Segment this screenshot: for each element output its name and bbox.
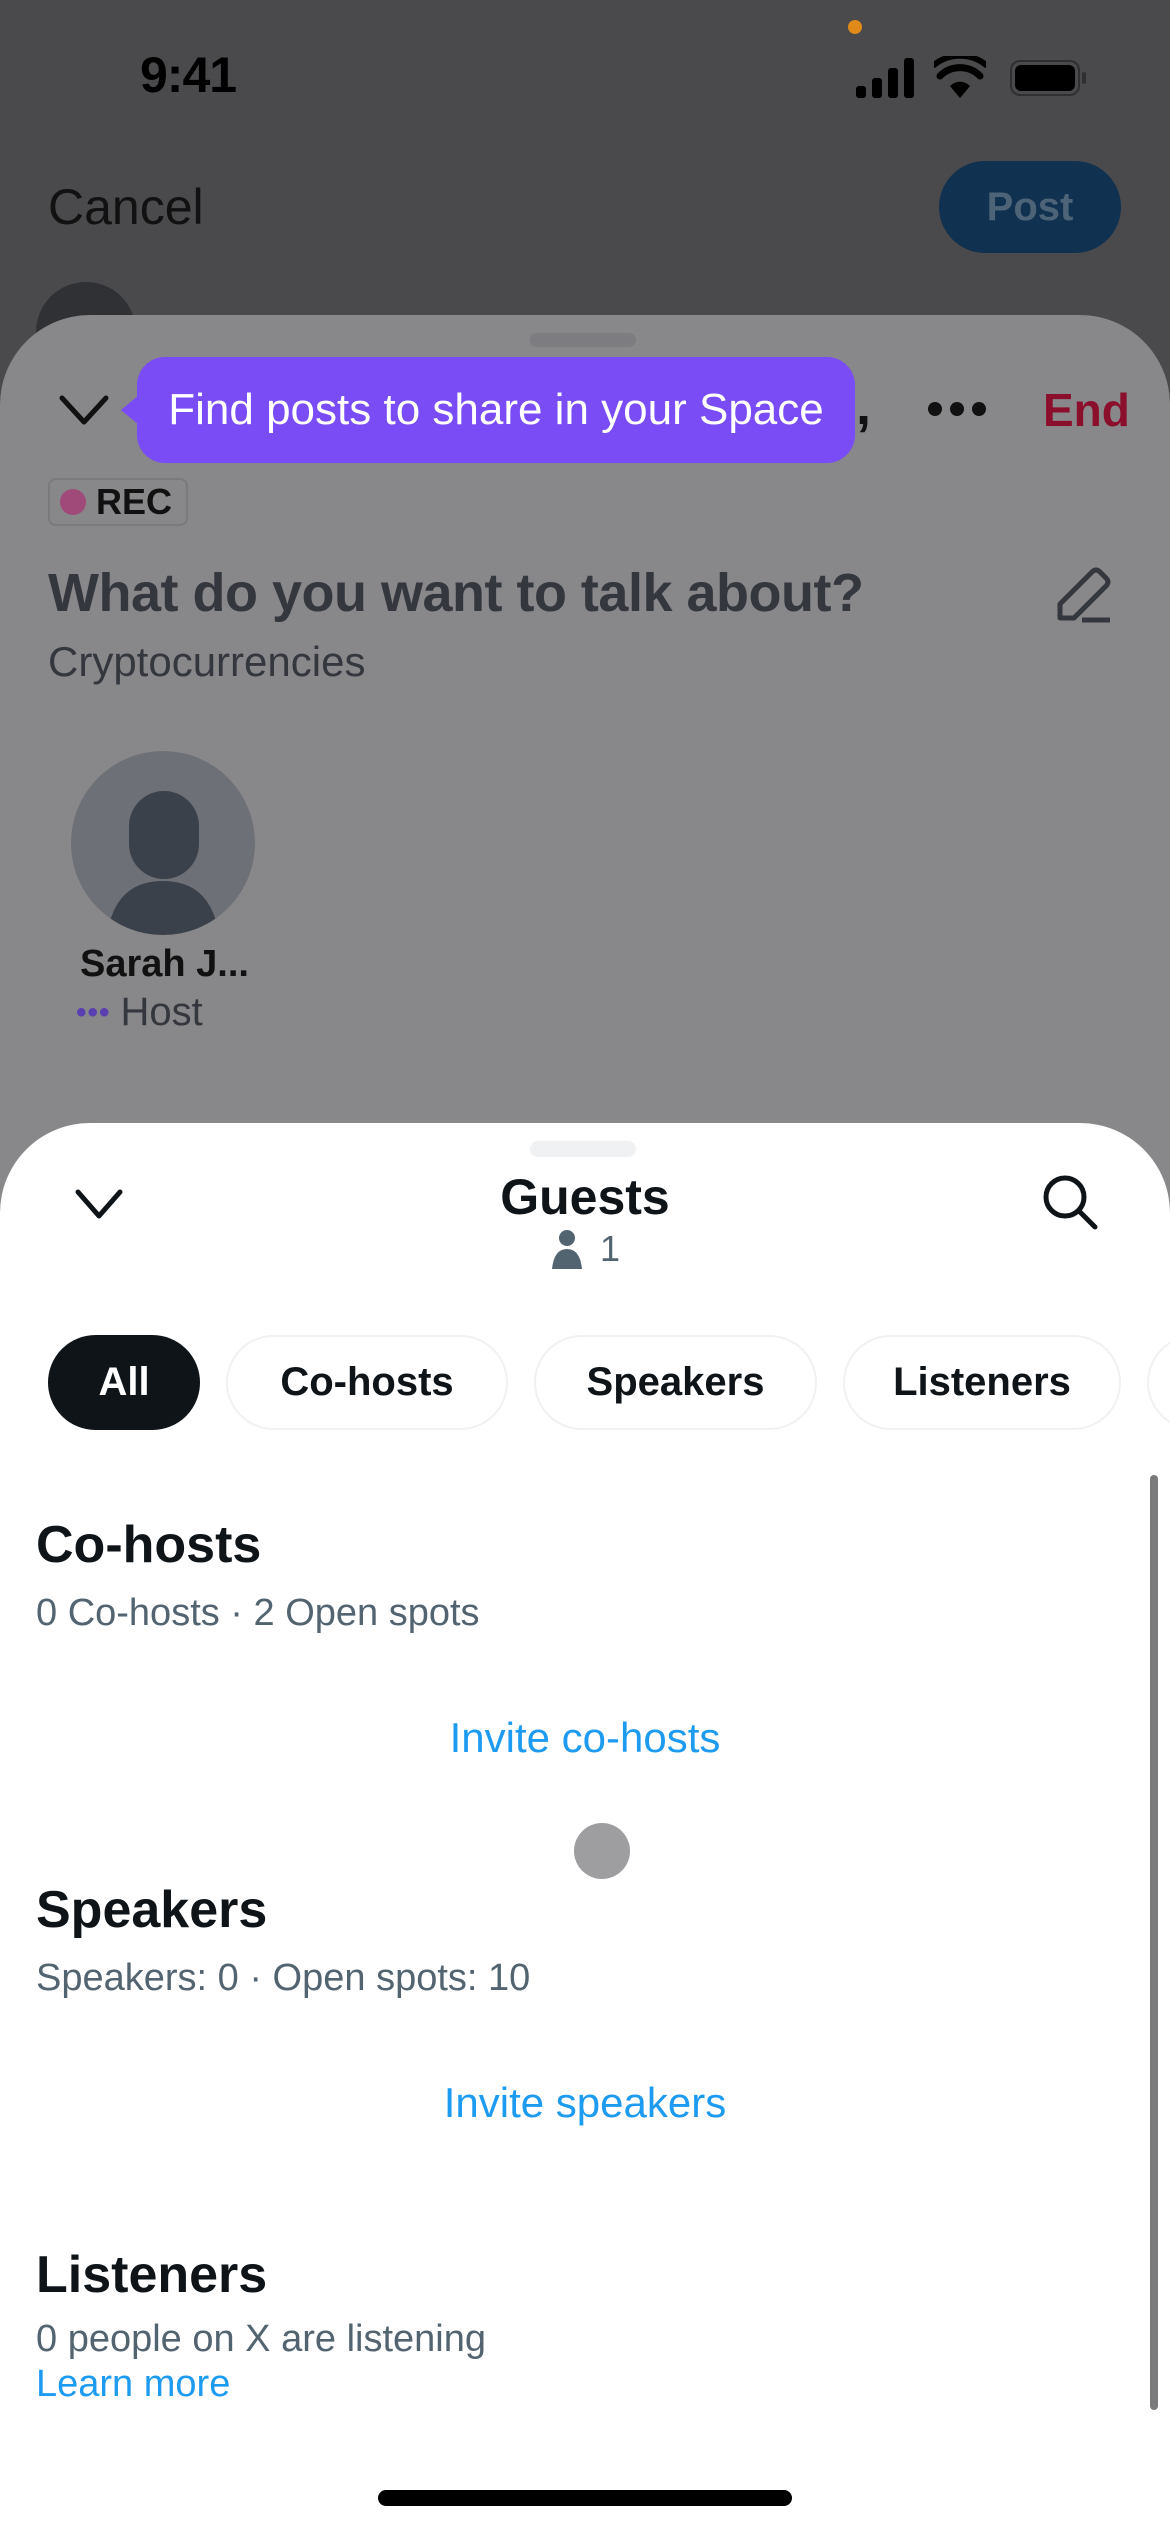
- speakers-summary: Speakers: 0 · Open spots: 10: [36, 1957, 531, 1999]
- recording-label: REC: [96, 481, 173, 522]
- share-posts-tooltip[interactable]: Find posts to share in your Space: [121, 357, 855, 463]
- space-sheet-handle[interactable]: [530, 333, 636, 347]
- host-role: ••• Host: [76, 990, 203, 1035]
- person-icon: [551, 1230, 582, 1269]
- guest-count: 1: [0, 1228, 1170, 1270]
- post-button[interactable]: Post: [939, 161, 1121, 253]
- battery-icon: [1010, 60, 1086, 96]
- invite-cohosts-link[interactable]: Invite co-hosts: [0, 1714, 1170, 1762]
- host-avatar[interactable]: [71, 751, 255, 935]
- listeners-summary: 0 people on X are listening: [36, 2318, 486, 2360]
- filter-chip-all[interactable]: All: [48, 1335, 200, 1430]
- home-indicator[interactable]: [378, 2490, 792, 2506]
- filter-chip-speakers[interactable]: Speakers: [534, 1335, 817, 1430]
- chevron-down-icon[interactable]: [58, 390, 110, 430]
- cellular-signal-icon: [856, 58, 914, 98]
- status-time: 9:41: [140, 47, 237, 103]
- guests-title: Guests: [500, 1169, 670, 1225]
- tooltip-text: Find posts to share in your Space: [168, 385, 824, 434]
- wifi-icon: [934, 56, 986, 98]
- more-options-icon[interactable]: [927, 396, 987, 422]
- space-title-partial: ,: [856, 376, 872, 436]
- touch-indicator: [574, 1823, 630, 1879]
- listeners-heading: Listeners: [36, 2246, 268, 2304]
- recording-dot-icon: [60, 489, 86, 515]
- edit-pencil-icon[interactable]: [1052, 566, 1116, 630]
- invite-speakers-link[interactable]: Invite speakers: [0, 2079, 1170, 2127]
- filter-chip-cohosts[interactable]: Co-hosts: [226, 1335, 508, 1430]
- host-role-label: Host: [120, 990, 203, 1034]
- space-topic: Cryptocurrencies: [48, 638, 366, 685]
- recording-badge: REC: [48, 478, 188, 526]
- scrollbar[interactable]: [1150, 1475, 1158, 2410]
- space-title: What do you want to talk about?: [48, 563, 864, 623]
- host-name: Sarah J...: [80, 943, 249, 985]
- guests-sheet-handle[interactable]: [530, 1141, 636, 1157]
- filter-chip-listeners[interactable]: Listeners: [843, 1335, 1121, 1430]
- end-space-button[interactable]: End: [1043, 383, 1130, 437]
- search-icon[interactable]: [1040, 1172, 1100, 1232]
- filter-chip-more[interactable]: [1147, 1335, 1170, 1430]
- guest-count-value: 1: [599, 1228, 621, 1269]
- learn-more-link[interactable]: Learn more: [36, 2363, 230, 2406]
- cancel-button[interactable]: Cancel: [48, 178, 204, 236]
- cohosts-heading: Co-hosts: [36, 1516, 262, 1574]
- camera-indicator-dot: [848, 20, 862, 34]
- filter-chips: All Co-hosts Speakers Listeners: [48, 1335, 1170, 1430]
- speaking-dots-icon: •••: [76, 995, 111, 1029]
- speakers-heading: Speakers: [36, 1881, 268, 1939]
- cohosts-summary: 0 Co-hosts · 2 Open spots: [36, 1592, 480, 1634]
- default-user-icon: [107, 791, 219, 935]
